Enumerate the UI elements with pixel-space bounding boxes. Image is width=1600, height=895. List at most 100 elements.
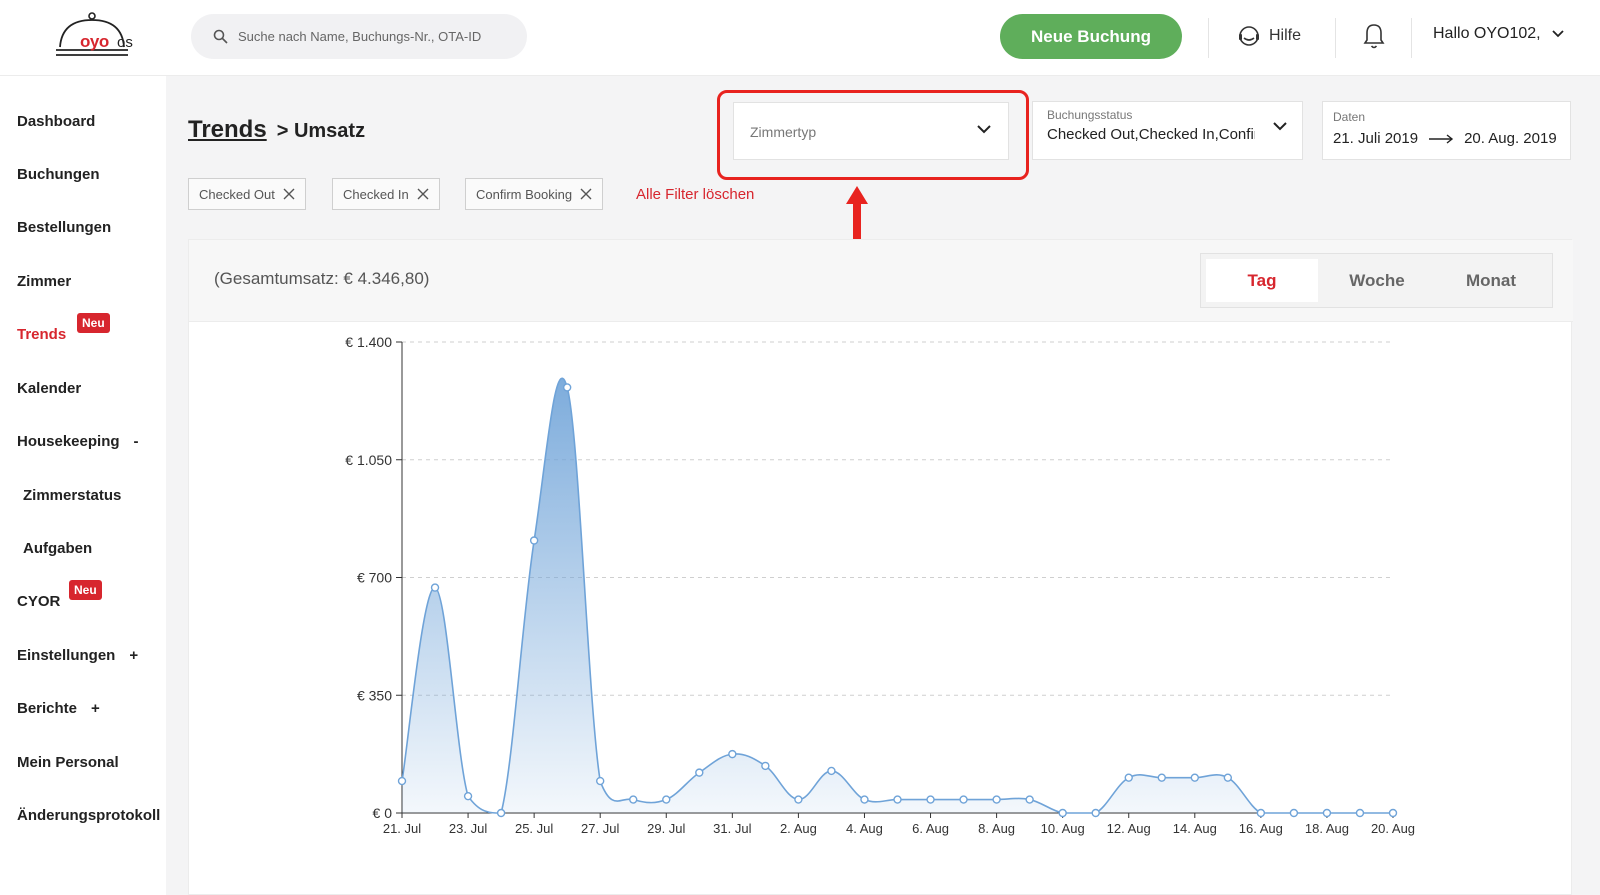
data-point (1322, 808, 1332, 818)
divider (1208, 18, 1209, 58)
booking-status-dropdown[interactable]: Buchungsstatus Checked Out,Checked In,Co… (1032, 101, 1303, 160)
x-tick-label: 23. Jul (449, 821, 487, 836)
sidebar-item-bookings[interactable]: Buchungen (17, 166, 100, 183)
y-tick-label: € 0 (373, 805, 393, 821)
sidebar-item-label: Kalender (17, 380, 82, 397)
x-tick-label: 8. Aug (978, 821, 1015, 836)
support-agent-icon (1239, 26, 1259, 46)
sidebar-item-reports[interactable]: Berichte + (17, 700, 100, 717)
x-tick-label: 21. Jul (383, 821, 421, 836)
x-tick-label: 31. Jul (713, 821, 751, 836)
breadcrumb-trends-link[interactable]: Trends (188, 116, 267, 144)
notifications-button[interactable] (1362, 22, 1386, 55)
date-to: 20. Aug. 2019 (1464, 130, 1557, 147)
period-day-button[interactable]: Tag (1206, 259, 1318, 302)
x-tick-label: 16. Aug (1239, 821, 1283, 836)
user-menu[interactable]: Hallo OYO102, (1433, 25, 1565, 43)
arrow-right-icon (1429, 133, 1454, 144)
search-input[interactable] (238, 29, 518, 44)
sidebar-item-housekeeping[interactable]: Housekeeping - (17, 433, 139, 450)
data-point (1058, 808, 1067, 818)
close-icon[interactable] (417, 188, 429, 200)
x-tick-label: 25. Jul (515, 821, 553, 836)
booking-status-value: Checked Out,Checked In,Confirm Booking (1047, 126, 1255, 143)
data-point (1355, 808, 1365, 818)
data-point (397, 776, 407, 786)
oyo-os-logo[interactable]: oyo os (52, 12, 142, 62)
sidebar-item-calendar[interactable]: Kalender (17, 380, 81, 397)
x-tick-label: 10. Aug (1041, 821, 1085, 836)
divider (1335, 18, 1336, 58)
sidebar-item-dashboard[interactable]: Dashboard (17, 113, 95, 130)
annotation-highlight-box (717, 90, 1029, 180)
chevron-down-icon (1551, 30, 1564, 38)
data-point (827, 766, 836, 776)
data-point (430, 583, 440, 592)
close-icon[interactable] (580, 188, 592, 200)
sidebar-item-label: Bestellungen (17, 219, 112, 236)
y-tick-label: € 1.400 (345, 334, 392, 350)
data-point (1157, 773, 1166, 782)
date-range-label: Daten (1333, 110, 1366, 124)
sidebar-item-label: Dashboard (17, 113, 96, 130)
y-tick-label: € 700 (357, 570, 392, 586)
x-tick-label: 4. Aug (846, 821, 883, 836)
x-tick-label: 14. Aug (1173, 821, 1217, 836)
period-month-button[interactable]: Monat (1435, 259, 1547, 302)
filter-chip-checked-in: Checked In (332, 178, 440, 210)
data-point (761, 761, 770, 771)
data-point (893, 795, 902, 804)
search-icon (213, 29, 228, 44)
sidebar-item-tasks[interactable]: Aufgaben (23, 540, 92, 557)
search-bar[interactable] (191, 14, 527, 59)
help-label: Hilfe (1269, 27, 1302, 44)
data-point (860, 795, 869, 804)
sidebar-item-orders[interactable]: Bestellungen (17, 219, 111, 236)
sidebar-item-label: Einstellungen (17, 647, 116, 664)
new-booking-button[interactable]: Neue Buchung (1000, 14, 1182, 59)
y-tick-label: € 350 (357, 687, 392, 703)
data-point (1091, 808, 1100, 818)
data-point (1025, 795, 1034, 804)
data-point (1223, 773, 1233, 782)
user-greeting: Hallo OYO102, (1433, 25, 1541, 42)
x-tick-label: 20. Aug (1371, 821, 1415, 836)
revenue-area-chart: € 0 € 350 € 700 € 1.050 € 1.400 21. Jul 23. Ju… (345, 334, 1415, 836)
sidebar-item-change-log[interactable]: Änderungsprotokoll (17, 807, 166, 824)
data-point (1124, 773, 1133, 782)
chip-label: Confirm Booking (476, 186, 573, 202)
chip-label: Checked Out (199, 186, 275, 202)
sidebar-item-label: Zimmer (17, 273, 72, 290)
sidebar-item-label: Mein Personal (17, 754, 119, 771)
data-point (496, 808, 506, 818)
close-icon[interactable] (283, 188, 295, 200)
data-point (959, 795, 968, 804)
date-range-picker[interactable]: Daten 21. Juli 2019 20. Aug. 2019 (1322, 101, 1571, 160)
data-point (1289, 808, 1299, 818)
sidebar-item-label: CYOR (17, 593, 61, 610)
data-point (1190, 773, 1199, 782)
period-week-button[interactable]: Woche (1321, 259, 1433, 302)
data-point (728, 749, 737, 759)
filter-chip-checked-out: Checked Out (188, 178, 306, 210)
sidebar-item-settings[interactable]: Einstellungen + (17, 647, 138, 664)
clear-all-filters-link[interactable]: Alle Filter löschen (636, 186, 754, 203)
help-button[interactable]: Hilfe (1237, 24, 1301, 48)
sidebar-item-rooms[interactable]: Zimmer (17, 273, 71, 290)
data-point (629, 795, 638, 804)
collapse-sign: - (133, 433, 139, 450)
data-point (926, 795, 935, 804)
breadcrumb-current: > Umsatz (276, 120, 366, 142)
sidebar-item-room-status[interactable]: Zimmerstatus (23, 487, 121, 504)
expand-sign: + (91, 700, 100, 717)
data-point (992, 795, 1001, 804)
sidebar-item-cyor[interactable]: CYOR Neu (17, 580, 102, 610)
sidebar-item-label: Aufgaben (23, 540, 93, 557)
top-bar: oyo os Neue Buchung Hilfe Hallo OYO102, (0, 0, 1600, 76)
data-point (695, 768, 704, 777)
sidebar-item-my-staff[interactable]: Mein Personal (17, 754, 119, 771)
x-tick-label: 6. Aug (912, 821, 949, 836)
sidebar: Dashboard Buchungen Bestellungen Zimmer … (0, 76, 166, 895)
sidebar-item-trends[interactable]: Trends Neu (17, 313, 110, 343)
logo-suffix: os (117, 34, 133, 51)
